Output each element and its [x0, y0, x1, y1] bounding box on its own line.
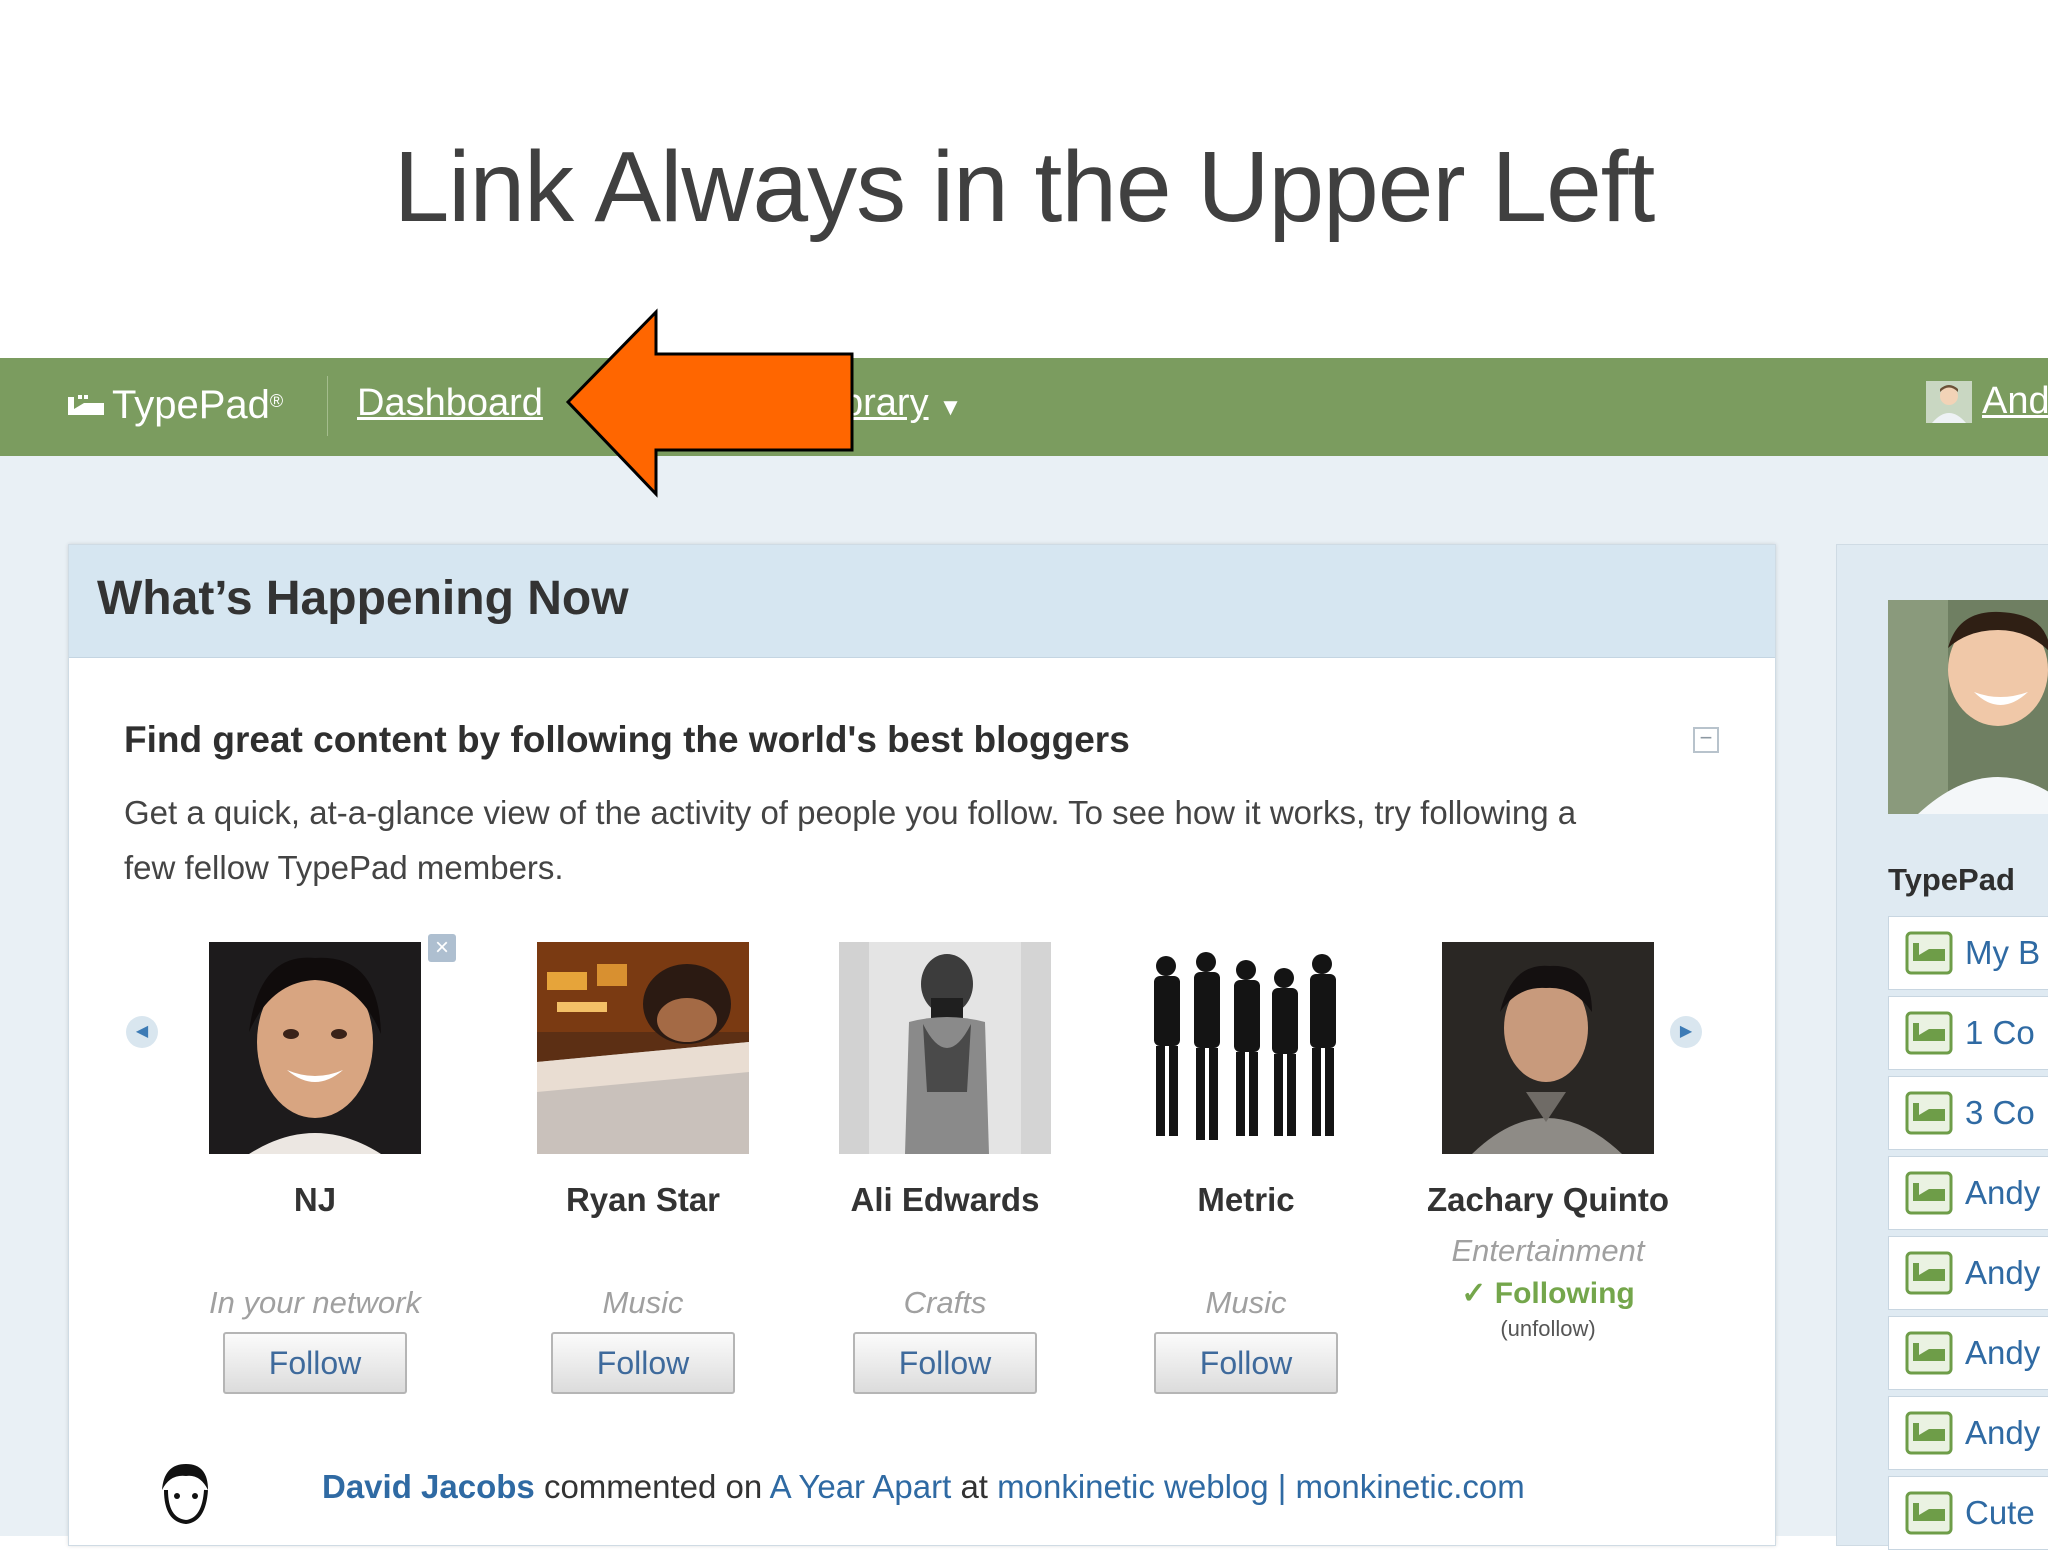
blogger-category: Entertainment	[1451, 1233, 1645, 1268]
logo-text: TypePad	[112, 382, 270, 427]
nav-library-link[interactable]: brary ▼	[842, 382, 962, 425]
blogger-card: Ali Edwards Crafts Follow	[815, 942, 1075, 1394]
blogger-name[interactable]: Ali Edwards	[815, 1174, 1075, 1226]
follow-button[interactable]: Follow	[853, 1332, 1037, 1394]
activity-avatar[interactable]	[150, 1460, 220, 1536]
activity-verb: commented on	[543, 1468, 763, 1505]
blogger-category: Crafts	[903, 1285, 987, 1320]
chevron-left-icon: ◀	[135, 1023, 149, 1040]
sidebar-item-label: Andy	[1965, 1414, 2041, 1451]
unfollow-link[interactable]: (unfollow)	[1418, 1312, 1678, 1346]
typepad-logo[interactable]: TypePad ®	[66, 380, 283, 430]
blogger-photo[interactable]	[1140, 942, 1352, 1154]
blog-icon	[1905, 1171, 1953, 1215]
blogger-photo-image	[537, 942, 749, 1154]
blogger-photo[interactable]	[1442, 942, 1654, 1154]
section-heading: Find great content by following the worl…	[124, 719, 1130, 760]
sidebar-title: TypePad	[1888, 862, 2015, 897]
blogger-card: NJ In your network Follow	[185, 942, 445, 1394]
blogger-card: Ryan Star Music Follow	[513, 942, 773, 1394]
activity-item: David Jacobs commented on A Year Apart a…	[322, 1468, 1525, 1506]
activity-blog-link[interactable]: monkinetic weblog | monkinetic.com	[997, 1468, 1525, 1505]
panel-title: What’s Happening Now	[97, 572, 629, 625]
chevron-right-icon: ▶	[1679, 1023, 1693, 1040]
blogger-card: Zachary Quinto Entertainment ✓ Following…	[1418, 942, 1678, 1346]
left-arrow-icon	[565, 308, 854, 498]
sidebar-item-label: 1 Co	[1965, 1014, 2035, 1051]
close-icon[interactable]: ×	[428, 934, 456, 962]
activity-at: at	[960, 1468, 988, 1505]
nav-dashboard-link[interactable]: Dashboard	[357, 382, 543, 425]
follow-button[interactable]: Follow	[551, 1332, 735, 1394]
user-name-link: And	[1982, 380, 2048, 422]
following-status: ✓ Following	[1418, 1276, 1678, 1312]
slide-title: Link Always in the Upper Left	[393, 131, 1656, 243]
blogger-name[interactable]: Ryan Star	[513, 1174, 773, 1226]
blog-icon	[1905, 1251, 1953, 1295]
blog-icon	[1905, 1491, 1953, 1535]
carousel-prev-button[interactable]: ◀	[126, 1016, 158, 1048]
blogger-category: Music	[602, 1285, 684, 1320]
sidebar-item[interactable]: Andy	[1888, 1316, 2048, 1390]
blog-icon	[1905, 931, 1953, 975]
activity-post-link[interactable]: A Year Apart	[770, 1468, 952, 1505]
sidebar-item-label: Andy	[1965, 1174, 2041, 1211]
blogger-name[interactable]: Zachary Quinto	[1418, 1174, 1678, 1226]
blogger-photo[interactable]	[209, 942, 421, 1154]
typepad-logo-icon	[68, 395, 104, 415]
sidebar-item[interactable]: Andy	[1888, 1396, 2048, 1470]
blog-icon	[1905, 1011, 1953, 1055]
user-avatar-icon	[1926, 380, 1972, 423]
dropdown-caret-icon: ▼	[938, 394, 963, 421]
blogger-category: Music	[1205, 1285, 1287, 1320]
sidebar-item-label: Andy	[1965, 1334, 2041, 1371]
sidebar-item[interactable]: Cute	[1888, 1476, 2048, 1550]
sidebar-item[interactable]: My B	[1888, 916, 2048, 990]
blogger-photo-image	[1442, 942, 1654, 1154]
blogger-category: In your network	[209, 1285, 421, 1320]
profile-photo[interactable]	[1888, 600, 2048, 814]
logo-registered-mark: ®	[269, 390, 284, 411]
blogger-photo-image	[1140, 942, 1352, 1154]
blogger-photo-image	[839, 942, 1051, 1154]
blogger-card: Metric Music Follow	[1116, 942, 1376, 1394]
sidebar-item-label: My B	[1965, 934, 2041, 971]
sidebar-item[interactable]: Andy	[1888, 1236, 2048, 1310]
top-navbar: TypePad ® Dashboard brary ▼ And	[0, 358, 2048, 456]
follow-button[interactable]: Follow	[223, 1332, 407, 1394]
blogger-photo-image	[209, 942, 421, 1154]
sidebar-item-label: Cute	[1965, 1494, 2035, 1531]
user-menu[interactable]: And	[1926, 380, 2048, 423]
blogger-photo[interactable]	[537, 942, 749, 1154]
sidebar-item-label: 3 Co	[1965, 1094, 2035, 1131]
blog-icon	[1905, 1331, 1953, 1375]
follow-button[interactable]: Follow	[1154, 1332, 1338, 1394]
blogger-name[interactable]: Metric	[1116, 1174, 1376, 1226]
sidebar-item[interactable]: 1 Co	[1888, 996, 2048, 1070]
collapse-icon[interactable]: −	[1693, 727, 1719, 753]
sidebar-item[interactable]: 3 Co	[1888, 1076, 2048, 1150]
blogger-photo[interactable]	[839, 942, 1051, 1154]
blog-icon	[1905, 1411, 1953, 1455]
section-description: Get a quick, at-a-glance view of the act…	[124, 794, 1577, 886]
activity-user-link[interactable]: David Jacobs	[322, 1468, 535, 1505]
following-label: Following	[1494, 1277, 1635, 1310]
checkmark-icon: ✓	[1461, 1277, 1495, 1310]
sidebar-item-label: Andy	[1965, 1254, 2041, 1291]
blog-icon	[1905, 1091, 1953, 1135]
blogger-name[interactable]: NJ	[185, 1174, 445, 1226]
sidebar-item[interactable]: Andy	[1888, 1156, 2048, 1230]
nav-divider	[327, 376, 328, 436]
